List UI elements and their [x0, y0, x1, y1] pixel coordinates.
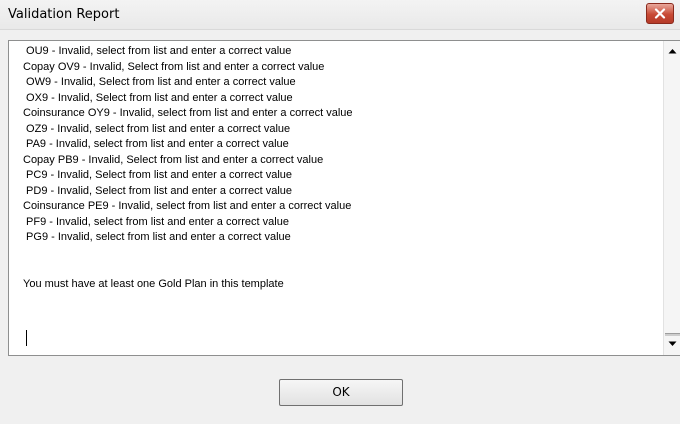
report-line	[23, 261, 663, 277]
title-bar: Validation Report	[0, 0, 680, 30]
text-caret	[26, 330, 27, 346]
scroll-down-arrow-icon	[668, 341, 676, 346]
report-text: OU9 - Invalid, select from list and ente…	[23, 44, 663, 292]
report-line: PC9 - Invalid, Select from list and ente…	[23, 169, 293, 181]
report-line: OX9 - Invalid, Select from list and ente…	[23, 91, 293, 104]
report-line: PD9 - Invalid, Select from list and ente…	[23, 184, 293, 197]
close-button[interactable]	[646, 3, 674, 24]
report-line: PG9 - Invalid, select from list and ente…	[23, 231, 291, 243]
report-line: OZ9 - Invalid, select from list and ente…	[23, 122, 291, 135]
report-line: Coinsurance OY9 - Invalid, select from l…	[23, 107, 353, 119]
report-line: Copay OV9 - Invalid, Select from list an…	[23, 60, 325, 73]
ok-button[interactable]: OK	[279, 379, 403, 406]
scroll-up-button[interactable]	[664, 43, 680, 59]
validation-report-dialog: Validation Report OU9 - Invalid, select …	[0, 0, 680, 424]
report-line: You must have at least one Gold Plan in …	[23, 277, 284, 290]
report-line: OW9 - Invalid, Select from list and ente…	[23, 76, 296, 88]
report-line: PA9 - Invalid, select from list and ente…	[23, 138, 289, 150]
report-line: Copay PB9 - Invalid, Select from list an…	[23, 153, 324, 166]
report-line: OU9 - Invalid, select from list and ente…	[23, 45, 292, 57]
close-x-icon	[654, 8, 666, 19]
window-title: Validation Report	[8, 7, 120, 22]
scroll-down-button[interactable]	[664, 336, 680, 352]
vertical-scrollbar[interactable]	[663, 41, 680, 355]
report-line	[23, 246, 663, 262]
report-text-area[interactable]: OU9 - Invalid, select from list and ente…	[8, 40, 680, 356]
scroll-up-arrow-icon	[668, 49, 676, 54]
report-line: PF9 - Invalid, select from list and ente…	[23, 215, 289, 228]
report-line: Coinsurance PE9 - Invalid, select from l…	[23, 200, 352, 212]
